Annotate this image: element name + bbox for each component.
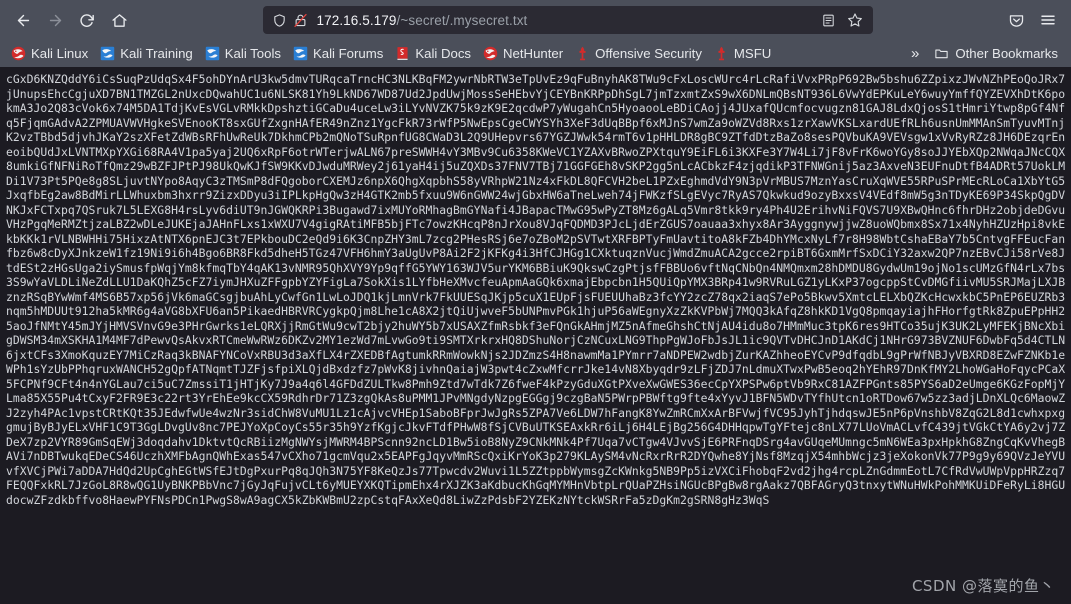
kali-dragon-blue-icon <box>293 46 308 61</box>
kali-dragon-red-icon <box>483 46 498 61</box>
bookmark-label: Kali Tools <box>224 45 281 61</box>
urlbar-identity-icons <box>272 13 308 28</box>
urlbar-container: 172.16.5.179/~secret/.mysecret.txt <box>136 6 999 34</box>
reader-view-icon[interactable] <box>817 8 841 32</box>
forward-button[interactable] <box>40 5 70 35</box>
red-book-icon <box>397 47 408 60</box>
insecure-lock-icon[interactable] <box>293 13 308 28</box>
bookmark-label: Kali Training <box>120 45 193 61</box>
red-torch-icon <box>579 46 586 61</box>
bookmark-kali-training[interactable]: Kali Training <box>95 44 200 63</box>
plaintext-file-body: cGxD6KNZQddY6iCsSuqPzUdqSx4F5ohDYnArU3kw… <box>6 72 1066 507</box>
app-menu-icon[interactable] <box>1033 5 1063 35</box>
kali-dragon-blue-icon <box>100 46 115 61</box>
other-bookmarks-label: Other Bookmarks <box>955 46 1058 61</box>
url-path: /~secret/.mysecret.txt <box>396 12 528 28</box>
back-button[interactable] <box>8 5 38 35</box>
bookmark-kali-docs[interactable]: Kali Docs <box>390 44 478 63</box>
page-content: cGxD6KNZQddY6iCsSuqPzUdqSx4F5ohDYnArU3kw… <box>0 67 1071 604</box>
red-torch-icon <box>718 46 725 61</box>
browser-chrome: 172.16.5.179/~secret/.mysecret.txt Kali … <box>0 0 1071 67</box>
bookmark-star-icon[interactable] <box>843 8 867 32</box>
pocket-icon[interactable] <box>1001 5 1031 35</box>
bookmark-offensive-security[interactable]: Offensive Security <box>570 44 709 63</box>
navigation-toolbar: 172.16.5.179/~secret/.mysecret.txt <box>0 0 1071 40</box>
kali-dragon-red-icon <box>11 46 26 61</box>
folder-icon <box>935 49 949 59</box>
csdn-watermark: CSDN @落寞的鱼丶 <box>911 577 1055 595</box>
kali-dragon-blue-icon <box>205 46 220 61</box>
url-host: 172.16.5.179 <box>316 12 397 28</box>
bookmark-nethunter[interactable]: NetHunter <box>478 44 570 63</box>
shield-icon[interactable] <box>272 13 287 28</box>
bookmark-label: NetHunter <box>503 45 564 61</box>
bookmark-msfu[interactable]: MSFU <box>709 44 778 63</box>
address-bar[interactable]: 172.16.5.179/~secret/.mysecret.txt <box>262 6 873 34</box>
bookmarks-toolbar: Kali Linux Kali Training Kali Tools Kali… <box>0 40 1071 67</box>
bookmark-kali-linux[interactable]: Kali Linux <box>6 44 95 63</box>
bookmark-label: Offensive Security <box>595 45 702 61</box>
urlbar-actions <box>817 8 867 32</box>
home-button[interactable] <box>104 5 134 35</box>
bookmark-label: Kali Docs <box>415 45 472 61</box>
bookmark-label: Kali Linux <box>31 45 89 61</box>
bookmark-kali-tools[interactable]: Kali Tools <box>200 44 288 63</box>
reload-button[interactable] <box>72 5 102 35</box>
url-text[interactable]: 172.16.5.179/~secret/.mysecret.txt <box>315 13 810 28</box>
other-bookmarks-folder[interactable]: Other Bookmarks <box>928 44 1064 63</box>
bookmarks-overflow-icon[interactable]: » <box>907 45 928 62</box>
bookmark-kali-forums[interactable]: Kali Forums <box>288 44 390 63</box>
bookmark-label: MSFU <box>733 45 772 61</box>
bookmark-label: Kali Forums <box>312 45 384 61</box>
